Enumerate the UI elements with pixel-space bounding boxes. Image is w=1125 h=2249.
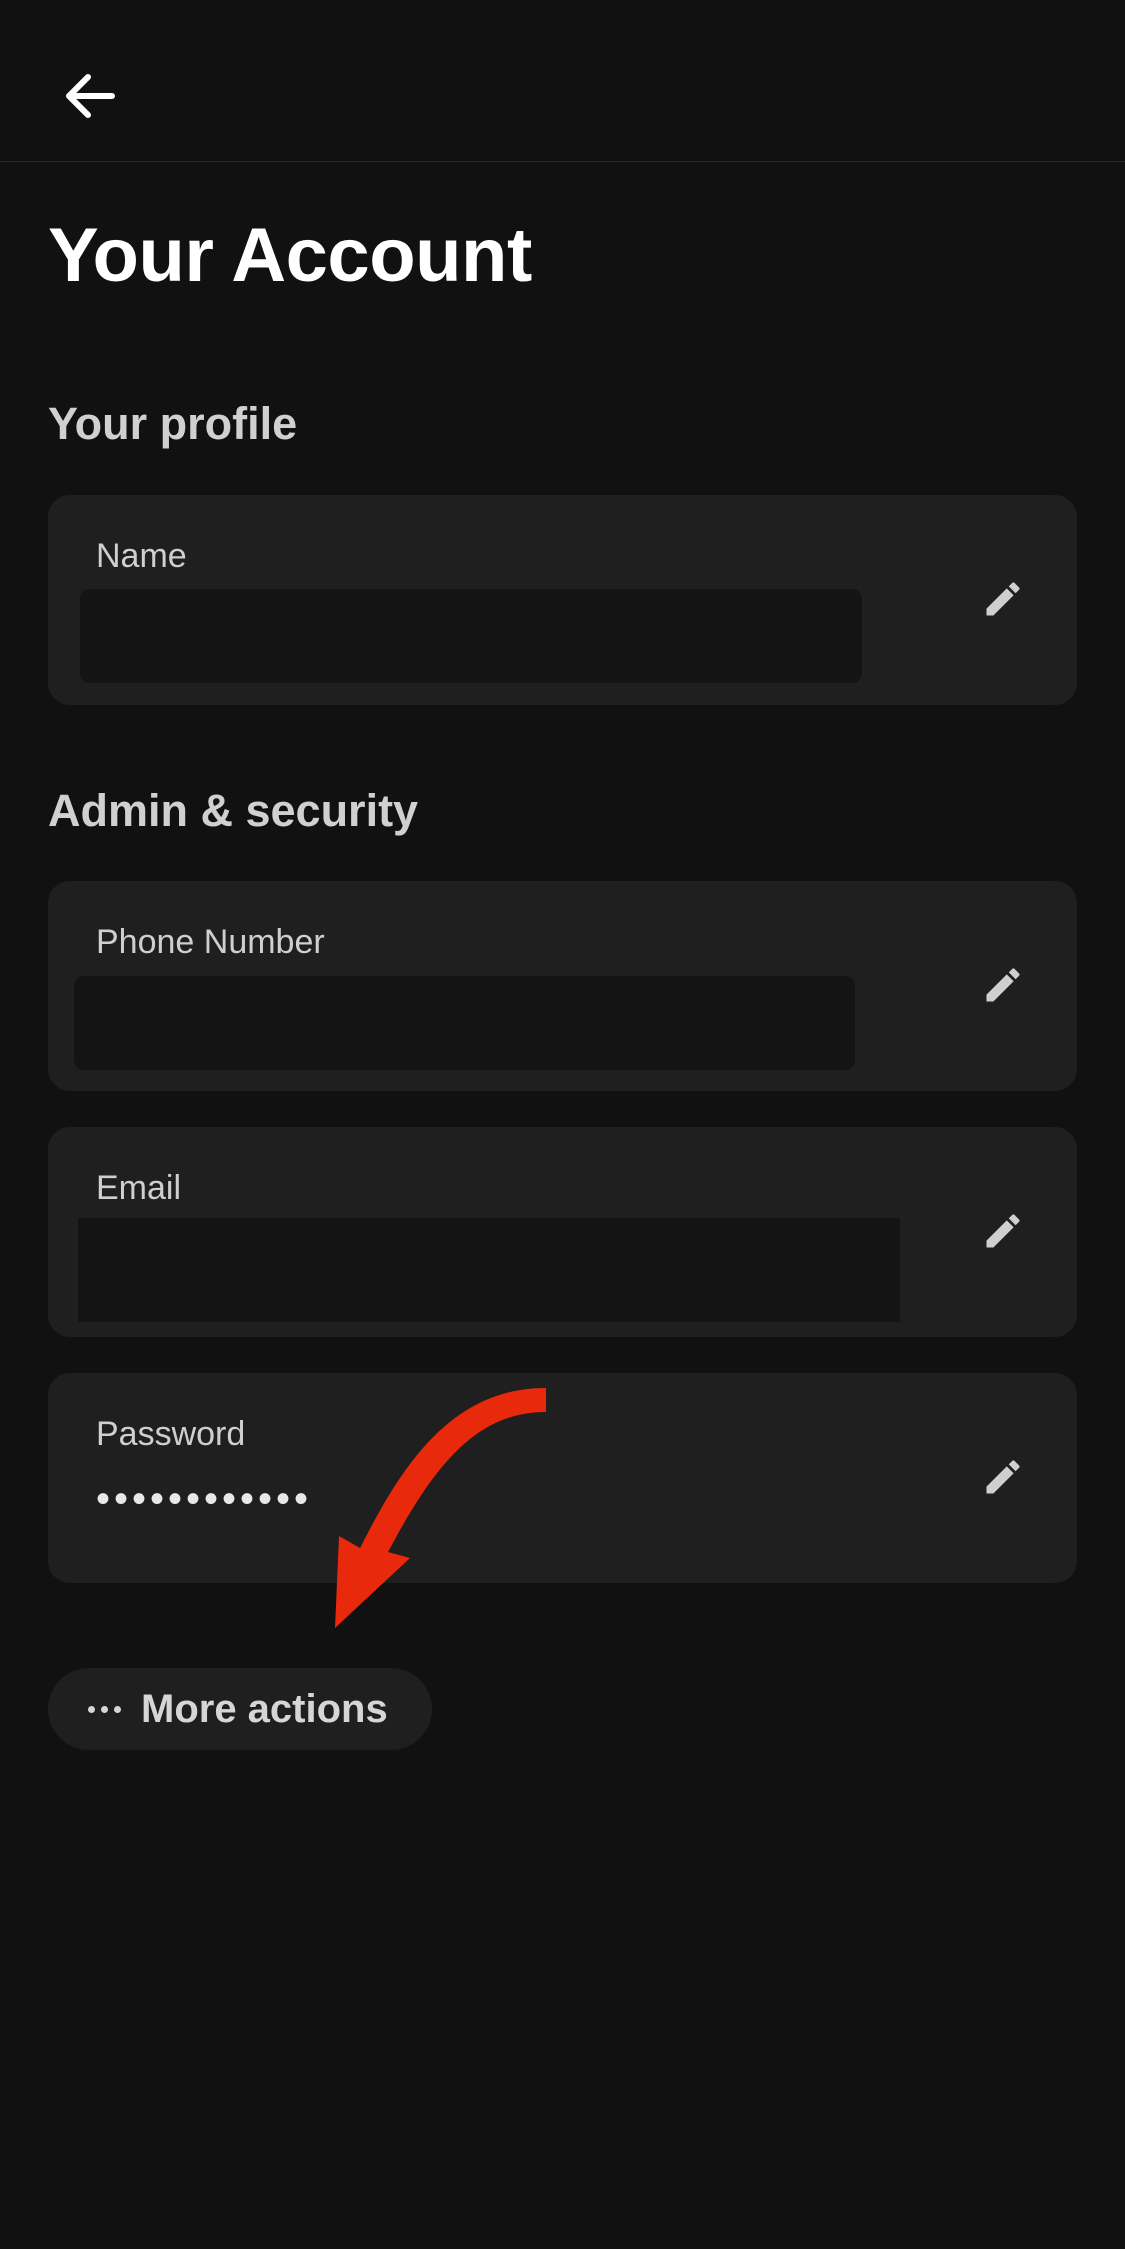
more-actions-button[interactable]: More actions (48, 1668, 432, 1750)
password-card: Password •••••••••••• (48, 1373, 1077, 1583)
section-title-admin-security: Admin & security (48, 785, 419, 836)
phone-card: Phone Number (48, 881, 1077, 1091)
pencil-icon (986, 1214, 1020, 1248)
password-label: Password (96, 1415, 246, 1453)
name-card: Name (48, 495, 1077, 705)
edit-password-button[interactable] (973, 1447, 1033, 1507)
email-card: Email (48, 1127, 1077, 1337)
edit-email-button[interactable] (973, 1201, 1033, 1261)
name-label: Name (96, 537, 187, 575)
top-app-bar (0, 0, 1125, 162)
phone-label: Phone Number (96, 923, 325, 961)
edit-phone-button[interactable] (973, 955, 1033, 1015)
email-label: Email (96, 1169, 182, 1207)
password-value: •••••••••••• (96, 1477, 313, 1521)
phone-value (74, 976, 855, 1070)
edit-name-button[interactable] (973, 569, 1033, 629)
ellipsis-icon (88, 1705, 121, 1713)
pencil-icon (986, 582, 1020, 616)
page-title: Your Account (48, 213, 532, 298)
pencil-icon (986, 968, 1020, 1002)
section-title-profile: Your profile (48, 398, 298, 449)
arrow-left-icon (66, 74, 115, 118)
more-actions-label: More actions (141, 1686, 388, 1731)
annotation-arrow-icon (335, 1388, 546, 1628)
back-button[interactable] (50, 56, 130, 136)
pencil-icon (986, 1460, 1020, 1494)
name-value (80, 589, 862, 683)
email-value (78, 1218, 900, 1322)
